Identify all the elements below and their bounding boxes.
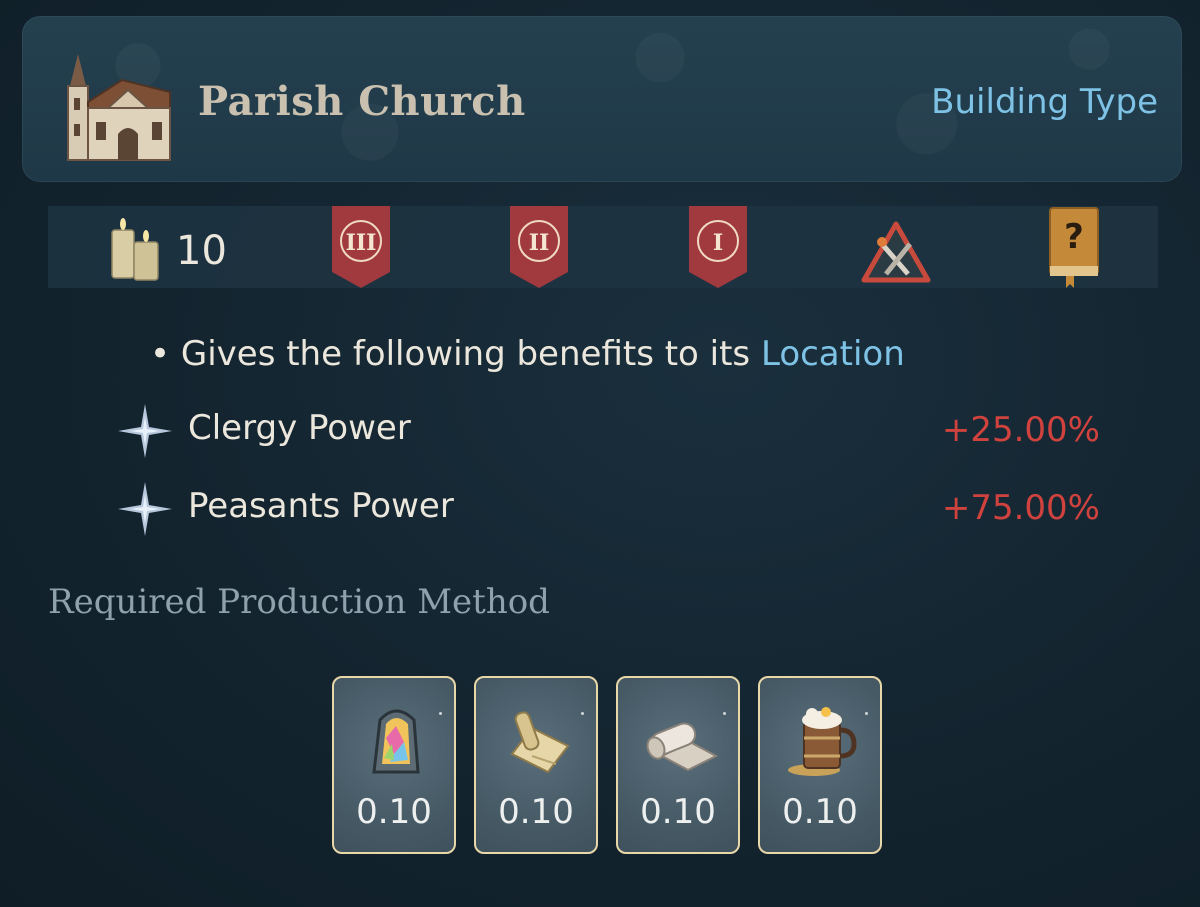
svg-text:?: ? xyxy=(1064,217,1084,257)
goods-card-paper[interactable]: 0.10 xyxy=(474,676,598,854)
modifier-row: Peasants Power +75.00% xyxy=(118,482,1108,538)
building-stats-bar: 10 III II I ? xyxy=(48,206,1158,288)
tier-three-label: III xyxy=(345,230,377,256)
benefits-intro: • Gives the following benefits to its Lo… xyxy=(150,334,905,374)
building-type-link[interactable]: Building Type xyxy=(931,82,1158,122)
star-icon xyxy=(118,404,172,458)
card-corner-dot xyxy=(865,712,868,715)
location-link[interactable]: Location xyxy=(761,334,905,374)
beer-mug-icon xyxy=(788,707,857,776)
stained-glass-icon xyxy=(372,709,420,774)
crossed-tools-warning-icon[interactable] xyxy=(860,220,932,284)
tier-two-label: II xyxy=(528,230,550,256)
goods-amount: 0.10 xyxy=(640,792,716,832)
church-icon xyxy=(67,54,171,161)
question-book-icon[interactable]: ? xyxy=(1046,206,1102,288)
cloth-roll-icon xyxy=(646,722,719,772)
modifier-name: Peasants Power xyxy=(188,486,454,526)
tier-one-label: I xyxy=(712,230,724,256)
building-header: Parish Church Building Type xyxy=(22,16,1182,182)
card-corner-dot xyxy=(581,712,584,715)
goods-card-cloth[interactable]: 0.10 xyxy=(616,676,740,854)
paper-scroll-icon xyxy=(510,711,570,774)
building-title: Parish Church xyxy=(198,78,526,125)
modifier-value: +25.00% xyxy=(941,410,1100,450)
benefits-intro-text: • Gives the following benefits to its xyxy=(150,334,761,374)
card-corner-dot xyxy=(439,712,442,715)
star-icon xyxy=(118,482,172,536)
modifier-value: +75.00% xyxy=(941,488,1100,528)
goods-amount: 0.10 xyxy=(782,792,858,832)
production-section-title: Required Production Method xyxy=(48,582,550,622)
cost-value: 10 xyxy=(176,228,227,274)
modifier-name: Clergy Power xyxy=(188,408,411,448)
candles-icon xyxy=(111,218,159,281)
goods-card-beer[interactable]: 0.10 xyxy=(758,676,882,854)
goods-amount: 0.10 xyxy=(498,792,574,832)
goods-amount: 0.10 xyxy=(356,792,432,832)
card-corner-dot xyxy=(723,712,726,715)
goods-card-stained-glass[interactable]: 0.10 xyxy=(332,676,456,854)
modifier-row: Clergy Power +25.00% xyxy=(118,404,1108,460)
